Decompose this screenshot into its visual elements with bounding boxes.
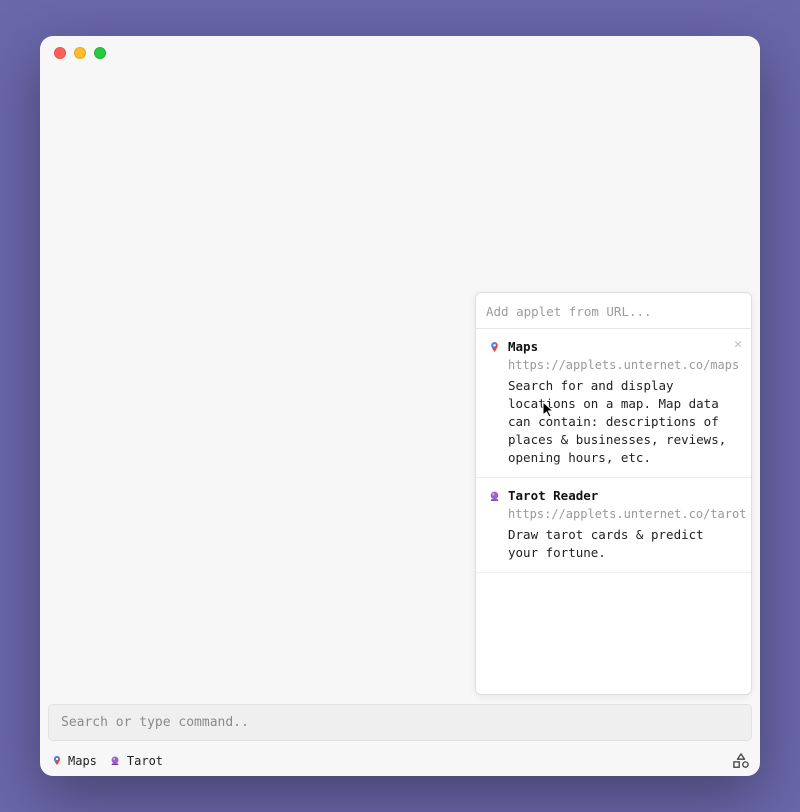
- applet-name: Tarot Reader: [508, 487, 598, 505]
- titlebar: [40, 36, 760, 70]
- crystal-ball-icon: [488, 490, 501, 503]
- maps-pin-icon: [50, 755, 63, 768]
- window-zoom-button[interactable]: [94, 47, 106, 59]
- footer-applet-tarot[interactable]: Tarot: [109, 754, 163, 768]
- searchbar-container: [40, 698, 760, 746]
- popover-header: [476, 293, 751, 329]
- add-applet-url-input[interactable]: [486, 304, 741, 319]
- window-minimize-button[interactable]: [74, 47, 86, 59]
- applet-url: https://applets.unternet.co/maps: [508, 357, 739, 374]
- applet-description: Draw tarot cards & predict your fortune.: [508, 526, 739, 562]
- footer-item-label: Tarot: [127, 754, 163, 768]
- applet-card[interactable]: ✕ Maps https://applets.unternet.co/maps …: [476, 329, 751, 478]
- app-window: ✕ Maps https://applets.unternet.co/maps …: [40, 36, 760, 776]
- applet-card[interactable]: Tarot Reader https://applets.unternet.co…: [476, 478, 751, 573]
- applet-popover: ✕ Maps https://applets.unternet.co/maps …: [475, 292, 752, 695]
- applet-description: Search for and display locations on a ma…: [508, 377, 739, 468]
- crystal-ball-icon: [109, 755, 122, 768]
- footer-item-label: Maps: [68, 754, 97, 768]
- footer-applet-maps[interactable]: Maps: [50, 754, 97, 768]
- applet-url: https://applets.unternet.co/tarot: [508, 506, 739, 523]
- main-content: ✕ Maps https://applets.unternet.co/maps …: [40, 70, 760, 698]
- applet-name: Maps: [508, 338, 538, 356]
- command-input[interactable]: [48, 704, 752, 741]
- footer-bar: Maps Tarot: [40, 746, 760, 776]
- maps-pin-icon: [488, 341, 501, 354]
- shapes-icon[interactable]: [732, 753, 750, 769]
- window-close-button[interactable]: [54, 47, 66, 59]
